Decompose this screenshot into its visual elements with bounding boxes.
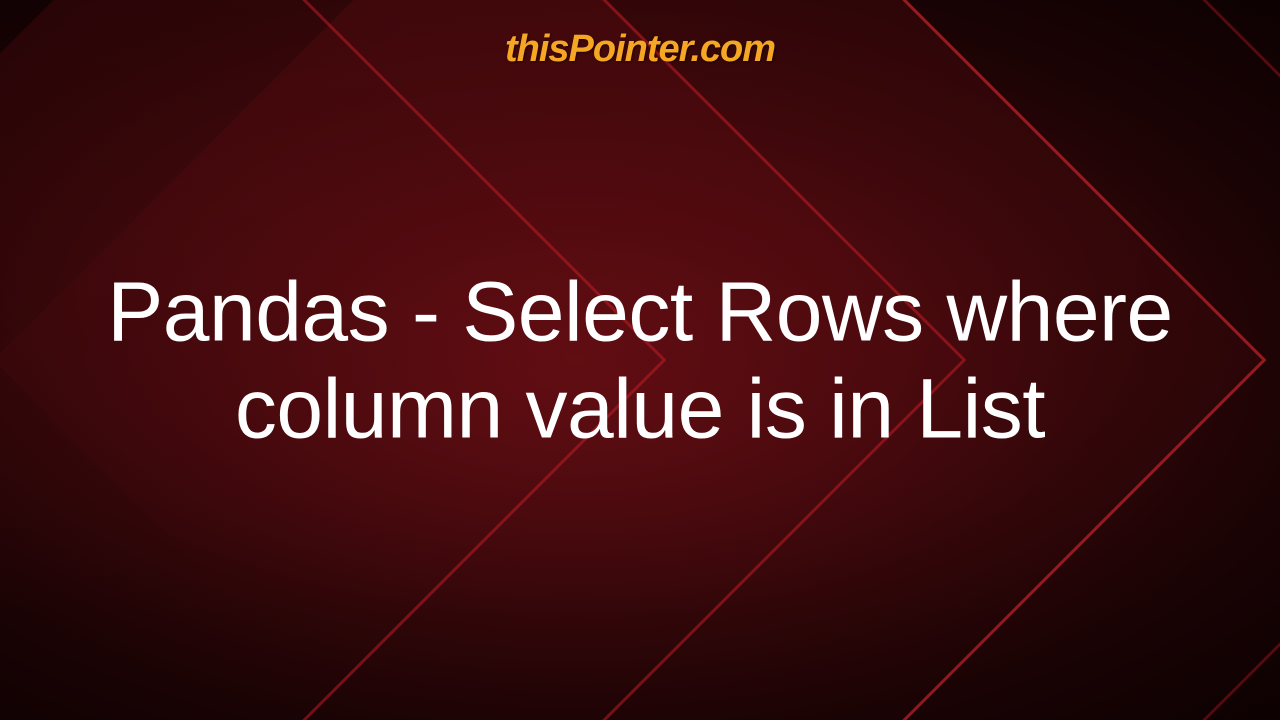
site-logo: thisPointer.com [505,28,775,71]
main-title: Pandas - Select Rows where column value … [32,263,1248,456]
banner-container: thisPointer.com Pandas - Select Rows whe… [0,0,1280,720]
